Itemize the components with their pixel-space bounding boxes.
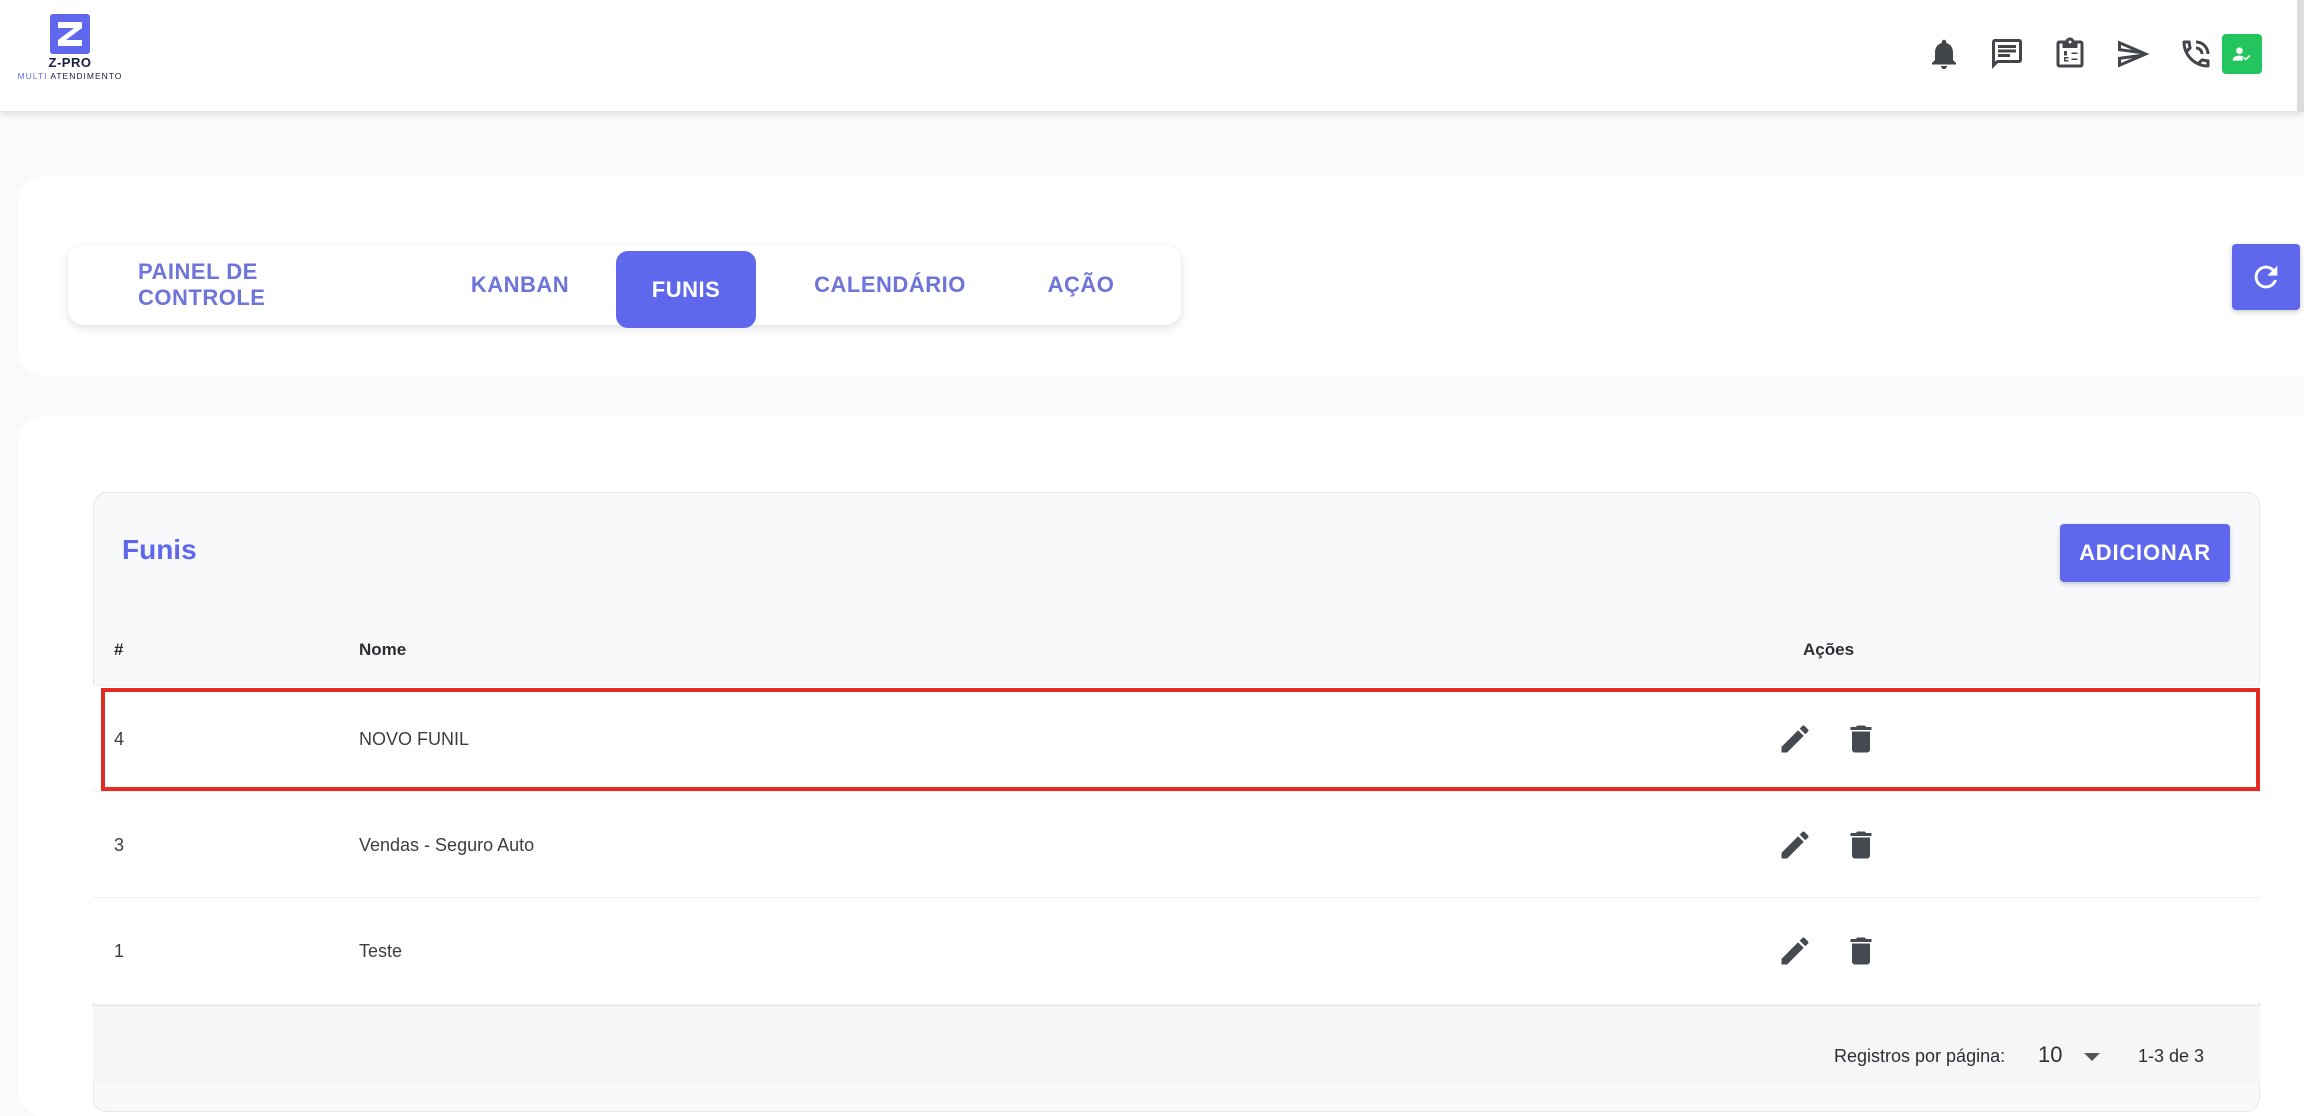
tab-painel-de-controle[interactable]: PAINEL DE CONTROLE — [138, 245, 370, 325]
clipboard-icon[interactable] — [2048, 32, 2092, 76]
caret-down-icon[interactable] — [2084, 1053, 2100, 1061]
delete-icon[interactable] — [1843, 721, 1879, 757]
funnels-table-body: 4 NOVO FUNIL 3 Vendas - Seguro Auto 1 Te… — [93, 685, 2260, 1003]
add-funnel-button[interactable]: ADICIONAR — [2060, 524, 2230, 582]
brand-name: Z-PRO — [48, 55, 92, 70]
row-id: 1 — [114, 941, 125, 961]
brand-tagline: MULTI ATENDIMENTO — [17, 71, 123, 81]
send-icon[interactable] — [2111, 32, 2155, 76]
scrollbar[interactable] — [2297, 0, 2304, 112]
row-id: 3 — [114, 835, 125, 855]
phone-icon[interactable] — [2174, 32, 2218, 76]
brand-logo[interactable]: Z-PRO MULTI ATENDIMENTO — [14, 14, 126, 88]
delete-icon[interactable] — [1843, 933, 1879, 969]
delete-icon[interactable] — [1843, 827, 1879, 863]
table-row[interactable]: 3 Vendas - Seguro Auto — [93, 791, 2260, 897]
edit-icon[interactable] — [1777, 721, 1813, 757]
refresh-button[interactable] — [2232, 244, 2300, 310]
user-check-icon — [2232, 47, 2251, 61]
table-row[interactable]: 4 NOVO FUNIL — [93, 685, 2260, 791]
tab-kanban[interactable]: KANBAN — [460, 245, 580, 325]
header-actions — [1903, 30, 2218, 78]
column-header-id[interactable]: # — [114, 640, 123, 660]
column-header-name[interactable]: Nome — [359, 640, 406, 660]
pagination-range: 1-3 de 3 — [2138, 1046, 2205, 1066]
edit-icon[interactable] — [1777, 827, 1813, 863]
edit-icon[interactable] — [1777, 933, 1813, 969]
table-row[interactable]: 1 Teste — [93, 897, 2260, 1003]
row-name: Teste — [359, 941, 403, 961]
table-footer — [93, 1005, 2260, 1082]
bell-icon[interactable] — [1922, 32, 1966, 76]
chat-icon[interactable] — [1985, 32, 2029, 76]
column-header-actions: Ações — [1803, 640, 1855, 659]
tab-calendario[interactable]: CALENDÁRIO — [792, 245, 988, 325]
z-logo-icon — [50, 14, 90, 54]
rows-per-page-select[interactable]: 10 — [2038, 1042, 2062, 1068]
tab-acao[interactable]: AÇÃO — [1026, 245, 1136, 325]
tab-funis[interactable]: FUNIS — [616, 251, 756, 328]
rows-per-page-label: Registros por página: — [1834, 1046, 2006, 1066]
row-id: 4 — [114, 729, 125, 749]
panel-title: Funis — [122, 534, 197, 565]
tab-bar: PAINEL DE CONTROLE KANBAN FUNIS CALENDÁR… — [68, 245, 1181, 328]
row-name: Vendas - Seguro Auto — [359, 835, 535, 855]
top-bar: Z-PRO MULTI ATENDIMENTO — [0, 0, 2304, 112]
row-name: NOVO FUNIL — [359, 729, 470, 749]
user-avatar-button[interactable] — [2222, 34, 2262, 74]
refresh-icon — [2254, 265, 2278, 289]
